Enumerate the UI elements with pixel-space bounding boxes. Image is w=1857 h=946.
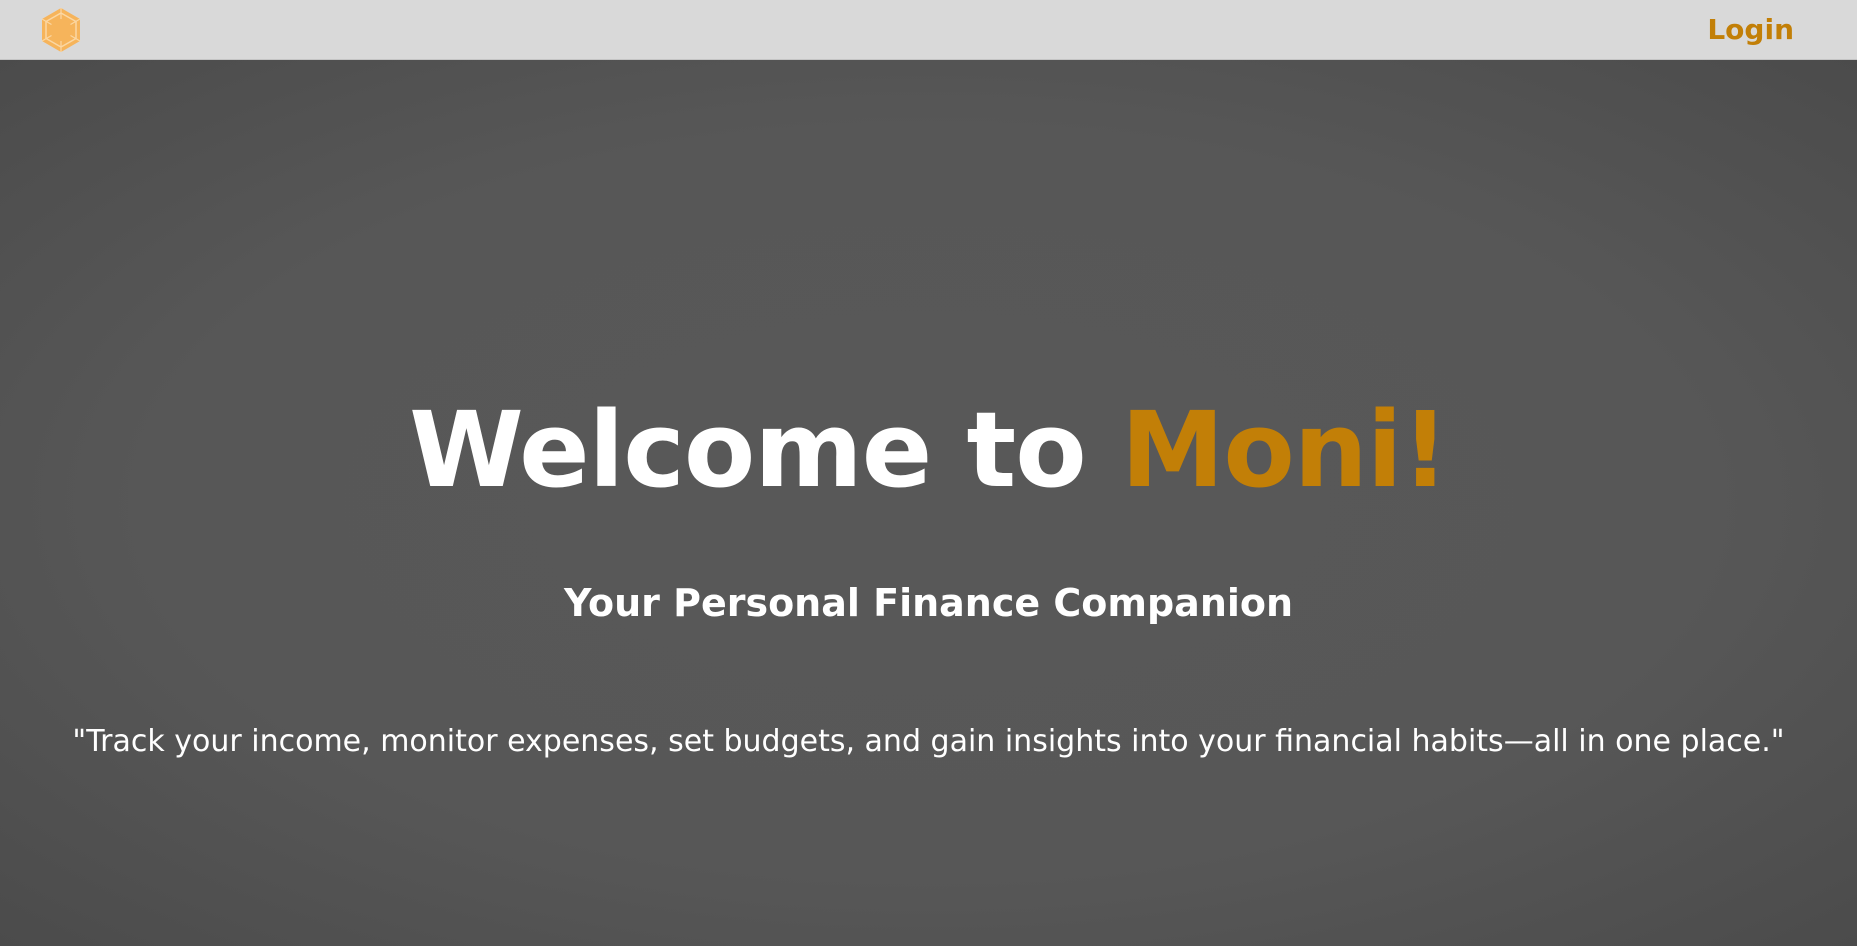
hero-tagline: "Track your income, monitor expenses, se… — [72, 724, 1785, 759]
headline-prefix: Welcome to — [409, 389, 1121, 511]
top-navbar: Login — [0, 0, 1857, 60]
login-link[interactable]: Login — [1707, 11, 1794, 49]
hero-subtitle: Your Personal Finance Companion — [563, 581, 1294, 625]
hexagon-sun-icon — [41, 8, 81, 52]
brand-name: Moni! — [1120, 389, 1449, 511]
logo-icon[interactable] — [38, 7, 84, 53]
welcome-heading: Welcome to Moni! — [0, 380, 1857, 520]
